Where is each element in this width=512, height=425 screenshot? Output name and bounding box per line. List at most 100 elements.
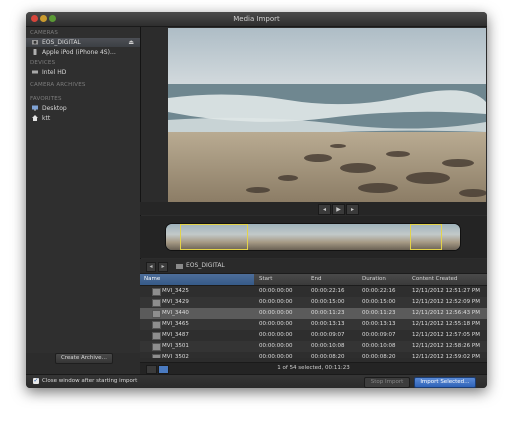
home-icon [32,115,38,121]
table-row[interactable]: MVI_3502 00:00:00:00 00:00:08:20 00:00:08:2… [140,352,487,358]
stop-import-button[interactable]: Stop Import [364,377,410,388]
back-button[interactable]: ◂ [146,262,156,272]
media-import-window: Media Import CAMERAS EOS_DIGITAL ⏏ Apple… [26,12,487,388]
sidebar-section-cameras: CAMERAS [30,30,59,36]
cell-end: 00:00:09:07 [311,332,345,338]
sidebar-item-label: Desktop [42,105,67,112]
breadcrumb: EOS_DIGITAL [186,262,225,269]
sidebar-item-home[interactable]: ktt [26,114,140,123]
close-after-import-checkbox[interactable]: ✓ [33,378,39,384]
column-header-end[interactable]: End [311,276,321,282]
column-header-duration[interactable]: Duration [362,276,386,282]
cell-duration: 00:00:13:13 [362,321,396,327]
video-clip-icon [152,354,161,358]
cell-duration: 00:00:08:20 [362,354,396,358]
selection-range-start[interactable] [180,224,248,250]
cell-start: 00:00:00:00 [259,332,293,338]
sidebar-item-eos-digital[interactable]: EOS_DIGITAL ⏏ [26,38,140,47]
cell-start: 00:00:00:00 [259,288,293,294]
table-row[interactable]: MVI_3440 00:00:00:00 00:00:11:23 00:00:11:2… [140,308,487,319]
cell-end: 00:00:08:20 [311,354,345,358]
cell-start: 00:00:00:00 [259,343,293,349]
drive-icon [32,70,38,74]
filmstrip-area [140,216,487,258]
selection-range-end[interactable] [410,224,442,250]
column-header-content-created[interactable]: Content Created [412,276,457,282]
video-clip-icon [152,343,161,351]
cell-end: 00:00:11:23 [311,310,345,316]
filmstrip-frame [292,224,335,250]
title-bar: Media Import [26,12,487,27]
sidebar: CAMERAS EOS_DIGITAL ⏏ Apple iPod (iPhone… [26,27,141,353]
sidebar-section-camera-archives: CAMERA ARCHIVES [30,82,86,88]
cell-duration: 00:00:09:07 [362,332,396,338]
cell-duration: 00:00:22:16 [362,288,396,294]
cell-name: MVI_3429 [162,299,189,305]
phone-icon [33,49,37,55]
cell-end: 00:00:15:00 [311,299,345,305]
cell-name: MVI_3502 [162,354,189,358]
cell-name: MVI_3425 [162,288,189,294]
cell-start: 00:00:00:00 [259,321,293,327]
cell-created: 12/11/2012 12:56:43 PM [412,310,480,316]
video-clip-icon [152,299,161,307]
sidebar-section-favorites: FAVORITES [30,96,62,102]
video-viewer [168,28,486,202]
cell-end: 00:00:13:13 [311,321,345,327]
cell-name: MVI_3465 [162,321,189,327]
column-header-name[interactable]: Name [144,276,160,282]
filmstrip-frame [334,224,377,250]
camera-icon [32,40,38,45]
next-frame-button[interactable]: ▸ [346,204,359,215]
camera-icon [176,264,183,269]
sidebar-item-label: EOS_DIGITAL [42,39,81,46]
sidebar-item-intel-hd[interactable]: Intel HD [26,68,140,77]
table-row[interactable]: MVI_3465 00:00:00:00 00:00:13:13 00:00:13:1… [140,319,487,330]
clip-list-table: Name Start End Duration Content Created … [140,274,487,358]
sidebar-item-desktop[interactable]: Desktop [26,104,140,113]
cell-duration: 00:00:10:08 [362,343,396,349]
list-status-bar: 1 of 54 selected, 00:11:23 [140,362,487,374]
window-title: Media Import [233,15,280,23]
video-clip-icon [152,310,161,318]
list-toolbar: ◂ ▸ EOS_DIGITAL [140,259,487,274]
create-archive-button[interactable]: Create Archive… [55,353,113,364]
import-footer: ✓ Close window after starting import Sto… [26,374,487,388]
cell-end: 00:00:10:08 [311,343,345,349]
cell-start: 00:00:00:00 [259,354,293,358]
play-button[interactable]: ▶ [332,204,345,215]
sidebar-item-iphone[interactable]: Apple iPod (iPhone 4S)… [26,48,140,57]
desktop-icon [32,105,38,111]
previous-frame-button[interactable]: ◂ [318,204,331,215]
filmstrip-frame [250,224,293,250]
cell-duration: 00:00:11:23 [362,310,396,316]
filmstrip[interactable] [165,223,461,251]
import-selected-button[interactable]: Import Selected… [414,377,476,388]
cell-created: 12/11/2012 12:59:02 PM [412,354,480,358]
cell-created: 12/11/2012 12:55:18 PM [412,321,480,327]
sidebar-item-label: Apple iPod (iPhone 4S)… [42,49,116,56]
selection-status: 1 of 54 selected, 00:11:23 [277,365,350,371]
sidebar-item-label: ktt [42,115,51,122]
table-row[interactable]: MVI_3425 00:00:00:00 00:00:22:16 00:00:22:1… [140,286,487,297]
table-row[interactable]: MVI_3487 00:00:00:00 00:00:09:07 00:00:09:0… [140,330,487,341]
column-header-start[interactable]: Start [259,276,272,282]
table-header: Name Start End Duration Content Created [140,274,487,286]
video-clip-icon [152,288,161,296]
cell-created: 12/11/2012 12:58:26 PM [412,343,480,349]
video-clip-icon [152,321,161,329]
cell-start: 00:00:00:00 [259,310,293,316]
cell-name: MVI_3487 [162,332,189,338]
cell-name: MVI_3440 [162,310,189,316]
video-frame-image [168,28,486,202]
close-after-import-label: Close window after starting import [42,378,138,384]
cell-name: MVI_3501 [162,343,189,349]
cell-created: 12/11/2012 12:57:05 PM [412,332,480,338]
forward-button[interactable]: ▸ [158,262,168,272]
cell-duration: 00:00:15:00 [362,299,396,305]
sidebar-section-devices: DEVICES [30,60,56,66]
table-row[interactable]: MVI_3429 00:00:00:00 00:00:15:00 00:00:15:0… [140,297,487,308]
eject-icon[interactable]: ⏏ [128,39,134,46]
cell-start: 00:00:00:00 [259,299,293,305]
table-row[interactable]: MVI_3501 00:00:00:00 00:00:10:08 00:00:10:0… [140,341,487,352]
